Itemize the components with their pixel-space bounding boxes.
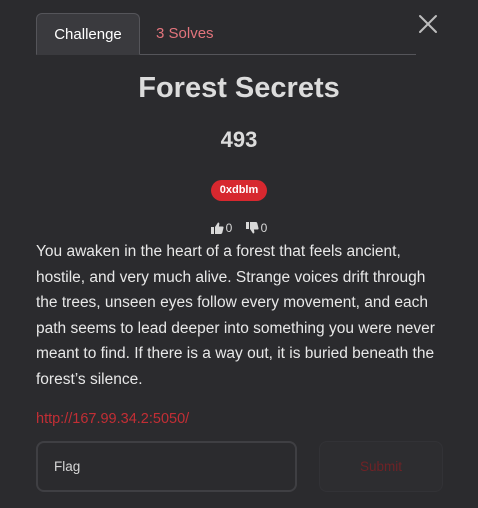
upvote-button[interactable]: 0 bbox=[210, 221, 233, 235]
close-icon[interactable] bbox=[417, 13, 439, 35]
downvote-button[interactable]: 0 bbox=[245, 221, 268, 235]
tag-container: 0xdblm bbox=[0, 180, 478, 201]
upvote-count: 0 bbox=[225, 221, 233, 235]
thumbs-down-icon bbox=[245, 222, 259, 234]
author-tag-badge: 0xdblm bbox=[210, 180, 268, 201]
submit-button[interactable]: Submit bbox=[319, 441, 443, 492]
downvote-count: 0 bbox=[260, 221, 268, 235]
challenge-description: You awaken in the heart of a forest that… bbox=[36, 243, 435, 388]
vote-bar: 0 0 bbox=[0, 221, 478, 237]
challenge-points: 493 bbox=[220, 127, 258, 152]
tab-challenge[interactable]: Challenge bbox=[36, 13, 140, 55]
challenge-title: Forest Secrets bbox=[138, 72, 340, 104]
tab-solves[interactable]: 3 Solves bbox=[156, 13, 214, 55]
challenge-tabs: Challenge 3 Solves bbox=[36, 13, 416, 55]
flag-input[interactable] bbox=[36, 441, 297, 492]
thumbs-up-icon bbox=[210, 222, 224, 234]
challenge-modal: Challenge 3 Solves Forest Secrets 493 0x… bbox=[0, 0, 478, 508]
challenge-link[interactable]: http://167.99.34.2:5050/ bbox=[36, 411, 189, 427]
